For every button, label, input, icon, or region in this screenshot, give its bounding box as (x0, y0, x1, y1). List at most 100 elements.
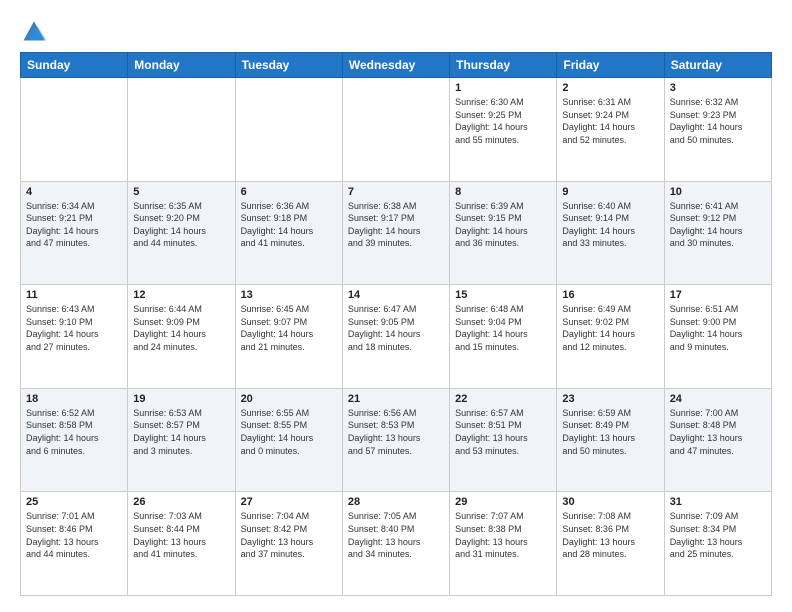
day-number: 30 (562, 496, 658, 508)
calendar-cell: 15 Sunrise: 6:48 AM Sunset: 9:04 PM Dayli… (450, 285, 557, 389)
day-info: Sunrise: 7:03 AM Sunset: 8:44 PM Dayligh… (133, 510, 229, 560)
day-info: Sunrise: 6:32 AM Sunset: 9:23 PM Dayligh… (670, 96, 766, 146)
day-number: 8 (455, 186, 551, 198)
day-number: 21 (348, 393, 444, 405)
calendar-header-thursday: Thursday (450, 53, 557, 78)
calendar-cell: 13 Sunrise: 6:45 AM Sunset: 9:07 PM Dayli… (235, 285, 342, 389)
day-info: Sunrise: 6:57 AM Sunset: 8:51 PM Dayligh… (455, 407, 551, 457)
calendar-cell: 26 Sunrise: 7:03 AM Sunset: 8:44 PM Dayli… (128, 492, 235, 596)
calendar-cell: 29 Sunrise: 7:07 AM Sunset: 8:38 PM Dayli… (450, 492, 557, 596)
day-info: Sunrise: 7:00 AM Sunset: 8:48 PM Dayligh… (670, 407, 766, 457)
calendar-cell: 7 Sunrise: 6:38 AM Sunset: 9:17 PM Daylig… (342, 181, 449, 285)
day-info: Sunrise: 7:01 AM Sunset: 8:46 PM Dayligh… (26, 510, 122, 560)
calendar-cell (235, 78, 342, 182)
day-number: 10 (670, 186, 766, 198)
calendar-week-5: 25 Sunrise: 7:01 AM Sunset: 8:46 PM Dayli… (21, 492, 772, 596)
day-info: Sunrise: 6:40 AM Sunset: 9:14 PM Dayligh… (562, 200, 658, 250)
day-number: 6 (241, 186, 337, 198)
calendar-cell: 4Sunrise: 6:34 AM Sunset: 9:21 PM Daylig… (21, 181, 128, 285)
calendar-cell: 8 Sunrise: 6:39 AM Sunset: 9:15 PM Daylig… (450, 181, 557, 285)
day-number: 29 (455, 496, 551, 508)
day-number: 4 (26, 186, 122, 198)
day-number: 16 (562, 289, 658, 301)
calendar-cell: 21Sunrise: 6:56 AM Sunset: 8:53 PM Dayli… (342, 388, 449, 492)
day-number: 31 (670, 496, 766, 508)
day-number: 26 (133, 496, 229, 508)
day-info: Sunrise: 6:38 AM Sunset: 9:17 PM Dayligh… (348, 200, 444, 250)
day-info: Sunrise: 7:07 AM Sunset: 8:38 PM Dayligh… (455, 510, 551, 560)
day-info: Sunrise: 6:59 AM Sunset: 8:49 PM Dayligh… (562, 407, 658, 457)
day-info: Sunrise: 7:05 AM Sunset: 8:40 PM Dayligh… (348, 510, 444, 560)
calendar-cell: 3 Sunrise: 6:32 AM Sunset: 9:23 PM Daylig… (664, 78, 771, 182)
day-number: 24 (670, 393, 766, 405)
day-info: Sunrise: 7:08 AM Sunset: 8:36 PM Dayligh… (562, 510, 658, 560)
page: SundayMondayTuesdayWednesdayThursdayFrid… (0, 0, 792, 612)
calendar-cell: 14Sunrise: 6:47 AM Sunset: 9:05 PM Dayli… (342, 285, 449, 389)
day-number: 7 (348, 186, 444, 198)
calendar-cell: 22 Sunrise: 6:57 AM Sunset: 8:51 PM Dayli… (450, 388, 557, 492)
day-number: 2 (562, 82, 658, 94)
calendar-cell (342, 78, 449, 182)
day-info: Sunrise: 6:30 AM Sunset: 9:25 PM Dayligh… (455, 96, 551, 146)
day-number: 15 (455, 289, 551, 301)
calendar-cell: 30 Sunrise: 7:08 AM Sunset: 8:36 PM Dayli… (557, 492, 664, 596)
calendar-cell: 23 Sunrise: 6:59 AM Sunset: 8:49 PM Dayli… (557, 388, 664, 492)
day-info: Sunrise: 6:44 AM Sunset: 9:09 PM Dayligh… (133, 303, 229, 353)
calendar-cell: 27Sunrise: 7:04 AM Sunset: 8:42 PM Dayli… (235, 492, 342, 596)
day-info: Sunrise: 6:45 AM Sunset: 9:07 PM Dayligh… (241, 303, 337, 353)
calendar-cell: 19 Sunrise: 6:53 AM Sunset: 8:57 PM Dayli… (128, 388, 235, 492)
day-info: Sunrise: 6:55 AM Sunset: 8:55 PM Dayligh… (241, 407, 337, 457)
calendar-header-saturday: Saturday (664, 53, 771, 78)
day-number: 22 (455, 393, 551, 405)
calendar-cell: 16 Sunrise: 6:49 AM Sunset: 9:02 PM Dayli… (557, 285, 664, 389)
day-info: Sunrise: 6:53 AM Sunset: 8:57 PM Dayligh… (133, 407, 229, 457)
calendar-week-1: 1 Sunrise: 6:30 AM Sunset: 9:25 PM Daylig… (21, 78, 772, 182)
day-number: 23 (562, 393, 658, 405)
day-info: Sunrise: 6:35 AM Sunset: 9:20 PM Dayligh… (133, 200, 229, 250)
day-info: Sunrise: 6:31 AM Sunset: 9:24 PM Dayligh… (562, 96, 658, 146)
calendar-header-friday: Friday (557, 53, 664, 78)
calendar-week-2: 4Sunrise: 6:34 AM Sunset: 9:21 PM Daylig… (21, 181, 772, 285)
day-number: 18 (26, 393, 122, 405)
calendar-cell (21, 78, 128, 182)
calendar-cell: 1 Sunrise: 6:30 AM Sunset: 9:25 PM Daylig… (450, 78, 557, 182)
day-info: Sunrise: 7:09 AM Sunset: 8:34 PM Dayligh… (670, 510, 766, 560)
day-info: Sunrise: 6:39 AM Sunset: 9:15 PM Dayligh… (455, 200, 551, 250)
day-info: Sunrise: 6:52 AM Sunset: 8:58 PM Dayligh… (26, 407, 122, 457)
header (20, 16, 772, 44)
calendar-cell: 18 Sunrise: 6:52 AM Sunset: 8:58 PM Dayli… (21, 388, 128, 492)
day-number: 19 (133, 393, 229, 405)
day-number: 13 (241, 289, 337, 301)
day-number: 25 (26, 496, 122, 508)
calendar-week-4: 18 Sunrise: 6:52 AM Sunset: 8:58 PM Dayli… (21, 388, 772, 492)
day-info: Sunrise: 6:41 AM Sunset: 9:12 PM Dayligh… (670, 200, 766, 250)
calendar-header-tuesday: Tuesday (235, 53, 342, 78)
calendar-cell: 5 Sunrise: 6:35 AM Sunset: 9:20 PM Daylig… (128, 181, 235, 285)
day-info: Sunrise: 6:36 AM Sunset: 9:18 PM Dayligh… (241, 200, 337, 250)
calendar-header-row: SundayMondayTuesdayWednesdayThursdayFrid… (21, 53, 772, 78)
calendar-cell: 31 Sunrise: 7:09 AM Sunset: 8:34 PM Dayli… (664, 492, 771, 596)
day-info: Sunrise: 6:49 AM Sunset: 9:02 PM Dayligh… (562, 303, 658, 353)
day-number: 5 (133, 186, 229, 198)
calendar-cell: 2 Sunrise: 6:31 AM Sunset: 9:24 PM Daylig… (557, 78, 664, 182)
day-info: Sunrise: 6:47 AM Sunset: 9:05 PM Dayligh… (348, 303, 444, 353)
calendar-week-3: 11Sunrise: 6:43 AM Sunset: 9:10 PM Dayli… (21, 285, 772, 389)
calendar-cell: 9 Sunrise: 6:40 AM Sunset: 9:14 PM Daylig… (557, 181, 664, 285)
day-number: 1 (455, 82, 551, 94)
calendar-cell: 6 Sunrise: 6:36 AM Sunset: 9:18 PM Daylig… (235, 181, 342, 285)
calendar-cell: 17Sunrise: 6:51 AM Sunset: 9:00 PM Dayli… (664, 285, 771, 389)
day-info: Sunrise: 6:51 AM Sunset: 9:00 PM Dayligh… (670, 303, 766, 353)
day-number: 27 (241, 496, 337, 508)
day-number: 9 (562, 186, 658, 198)
day-number: 28 (348, 496, 444, 508)
logo-icon (20, 16, 48, 44)
calendar-cell: 12 Sunrise: 6:44 AM Sunset: 9:09 PM Dayli… (128, 285, 235, 389)
day-number: 12 (133, 289, 229, 301)
calendar-header-sunday: Sunday (21, 53, 128, 78)
day-number: 3 (670, 82, 766, 94)
calendar-table: SundayMondayTuesdayWednesdayThursdayFrid… (20, 52, 772, 596)
calendar-cell: 25 Sunrise: 7:01 AM Sunset: 8:46 PM Dayli… (21, 492, 128, 596)
calendar-cell: 24 Sunrise: 7:00 AM Sunset: 8:48 PM Dayli… (664, 388, 771, 492)
day-info: Sunrise: 6:48 AM Sunset: 9:04 PM Dayligh… (455, 303, 551, 353)
logo (20, 16, 52, 44)
